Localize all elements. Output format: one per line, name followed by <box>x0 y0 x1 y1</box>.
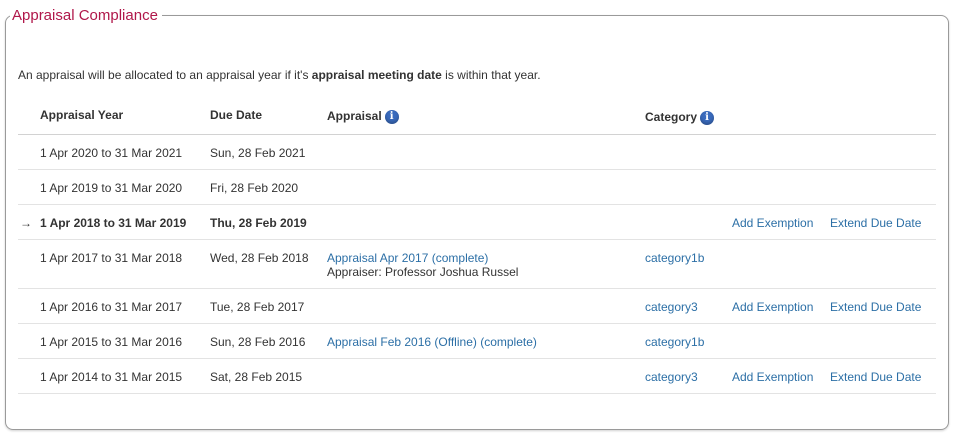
table-row: 1 Apr 2014 to 31 Mar 2015 Sat, 28 Feb 20… <box>18 358 936 394</box>
row-category: category3 <box>645 288 732 324</box>
row-add-exemption: Add Exemption <box>732 288 830 324</box>
header-actions-exemption <box>732 96 830 135</box>
table-row: 1 Apr 2019 to 31 Mar 2020 Fri, 28 Feb 20… <box>18 169 936 205</box>
row-due-date: Sat, 28 Feb 2015 <box>210 358 327 394</box>
table-row: 1 Apr 2016 to 31 Mar 2017 Tue, 28 Feb 20… <box>18 288 936 324</box>
intro-text-start: An appraisal will be allocated to an app… <box>18 68 312 82</box>
intro-text-end: is within that year. <box>441 68 541 82</box>
row-add-exemption <box>732 323 830 359</box>
row-appraisal-year: 1 Apr 2018 to 31 Mar 2019 <box>40 204 210 240</box>
row-appraisal-year: 1 Apr 2017 to 31 Mar 2018 <box>40 239 210 289</box>
row-appraisal: Appraisal Feb 2016 (Offline) (complete) <box>327 323 645 359</box>
intro-text-bold: appraisal meeting date <box>311 68 442 82</box>
row-add-exemption: Add Exemption <box>732 358 830 394</box>
category-link[interactable]: category1b <box>645 251 704 265</box>
intro-text: An appraisal will be allocated to an app… <box>18 68 541 82</box>
category-link[interactable]: category3 <box>645 370 698 384</box>
appraisal-link[interactable]: Appraisal Apr 2017 (complete) <box>327 251 488 265</box>
category-link[interactable]: category1b <box>645 335 704 349</box>
row-appraisal: Appraisal Apr 2017 (complete) Appraiser:… <box>327 239 645 289</box>
appraisal-link[interactable]: Appraisal Feb 2016 (Offline) (complete) <box>327 335 537 349</box>
appraisal-compliance-table: Appraisal Year Due Date Appraisal i Categ… <box>18 96 936 394</box>
category-link[interactable]: category3 <box>645 300 698 314</box>
table-row-current: → 1 Apr 2018 to 31 Mar 2019 Thu, 28 Feb … <box>18 204 936 240</box>
row-appraisal-year: 1 Apr 2015 to 31 Mar 2016 <box>40 323 210 359</box>
extend-due-date-link[interactable]: Extend Due Date <box>830 216 921 230</box>
header-appraisal-year: Appraisal Year <box>40 96 210 135</box>
row-category <box>645 204 732 240</box>
row-due-date: Sun, 28 Feb 2016 <box>210 323 327 359</box>
table-header-row: Appraisal Year Due Date Appraisal i Categ… <box>18 96 936 135</box>
header-due-date: Due Date <box>210 96 327 135</box>
row-appraisal <box>327 204 645 240</box>
header-appraisal: Appraisal i <box>327 96 645 135</box>
add-exemption-link[interactable]: Add Exemption <box>732 216 813 230</box>
row-due-date: Sun, 28 Feb 2021 <box>210 134 327 170</box>
row-extend-due-date <box>830 239 936 289</box>
row-appraisal-year: 1 Apr 2020 to 31 Mar 2021 <box>40 134 210 170</box>
row-add-exemption: Add Exemption <box>732 204 830 240</box>
add-exemption-link[interactable]: Add Exemption <box>732 300 813 314</box>
row-appraisal-year: 1 Apr 2019 to 31 Mar 2020 <box>40 169 210 205</box>
row-category <box>645 169 732 205</box>
row-extend-due-date <box>830 323 936 359</box>
row-marker <box>18 323 40 359</box>
row-category: category3 <box>645 358 732 394</box>
current-year-arrow-icon: → <box>20 215 32 230</box>
info-icon[interactable]: i <box>700 111 715 126</box>
table-row: 1 Apr 2017 to 31 Mar 2018 Wed, 28 Feb 20… <box>18 239 936 289</box>
row-category: category1b <box>645 323 732 359</box>
row-add-exemption <box>732 169 830 205</box>
extend-due-date-link[interactable]: Extend Due Date <box>830 300 921 314</box>
row-extend-due-date <box>830 169 936 205</box>
header-category-label: Category <box>645 110 698 125</box>
row-due-date: Tue, 28 Feb 2017 <box>210 288 327 324</box>
header-actions-extend <box>830 96 936 135</box>
row-due-date: Wed, 28 Feb 2018 <box>210 239 327 289</box>
header-marker <box>18 96 40 135</box>
row-appraisal <box>327 134 645 170</box>
row-due-date: Fri, 28 Feb 2020 <box>210 169 327 205</box>
row-appraisal <box>327 288 645 324</box>
row-marker <box>18 358 40 394</box>
row-appraisal <box>327 358 645 394</box>
row-appraisal-year: 1 Apr 2014 to 31 Mar 2015 <box>40 358 210 394</box>
row-appraisal <box>327 169 645 205</box>
row-add-exemption <box>732 239 830 289</box>
row-marker <box>18 288 40 324</box>
add-exemption-link[interactable]: Add Exemption <box>732 370 813 384</box>
row-category <box>645 134 732 170</box>
row-add-exemption <box>732 134 830 170</box>
row-extend-due-date <box>830 134 936 170</box>
row-marker <box>18 134 40 170</box>
header-appraisal-label: Appraisal <box>327 109 382 124</box>
appraiser-name: Appraiser: Professor Joshua Russel <box>327 264 519 279</box>
header-category: Category i <box>645 96 732 135</box>
extend-due-date-link[interactable]: Extend Due Date <box>830 370 921 384</box>
row-marker <box>18 169 40 205</box>
table-row: 1 Apr 2020 to 31 Mar 2021 Sun, 28 Feb 20… <box>18 134 936 170</box>
row-extend-due-date: Extend Due Date <box>830 288 936 324</box>
table-row: 1 Apr 2015 to 31 Mar 2016 Sun, 28 Feb 20… <box>18 323 936 359</box>
row-extend-due-date: Extend Due Date <box>830 358 936 394</box>
row-marker: → <box>18 204 40 240</box>
row-marker <box>18 239 40 289</box>
row-extend-due-date: Extend Due Date <box>830 204 936 240</box>
row-due-date: Thu, 28 Feb 2019 <box>210 204 327 240</box>
row-category: category1b <box>645 239 732 289</box>
info-icon[interactable]: i <box>384 110 399 125</box>
row-appraisal-year: 1 Apr 2016 to 31 Mar 2017 <box>40 288 210 324</box>
panel-title: Appraisal Compliance <box>10 7 162 25</box>
